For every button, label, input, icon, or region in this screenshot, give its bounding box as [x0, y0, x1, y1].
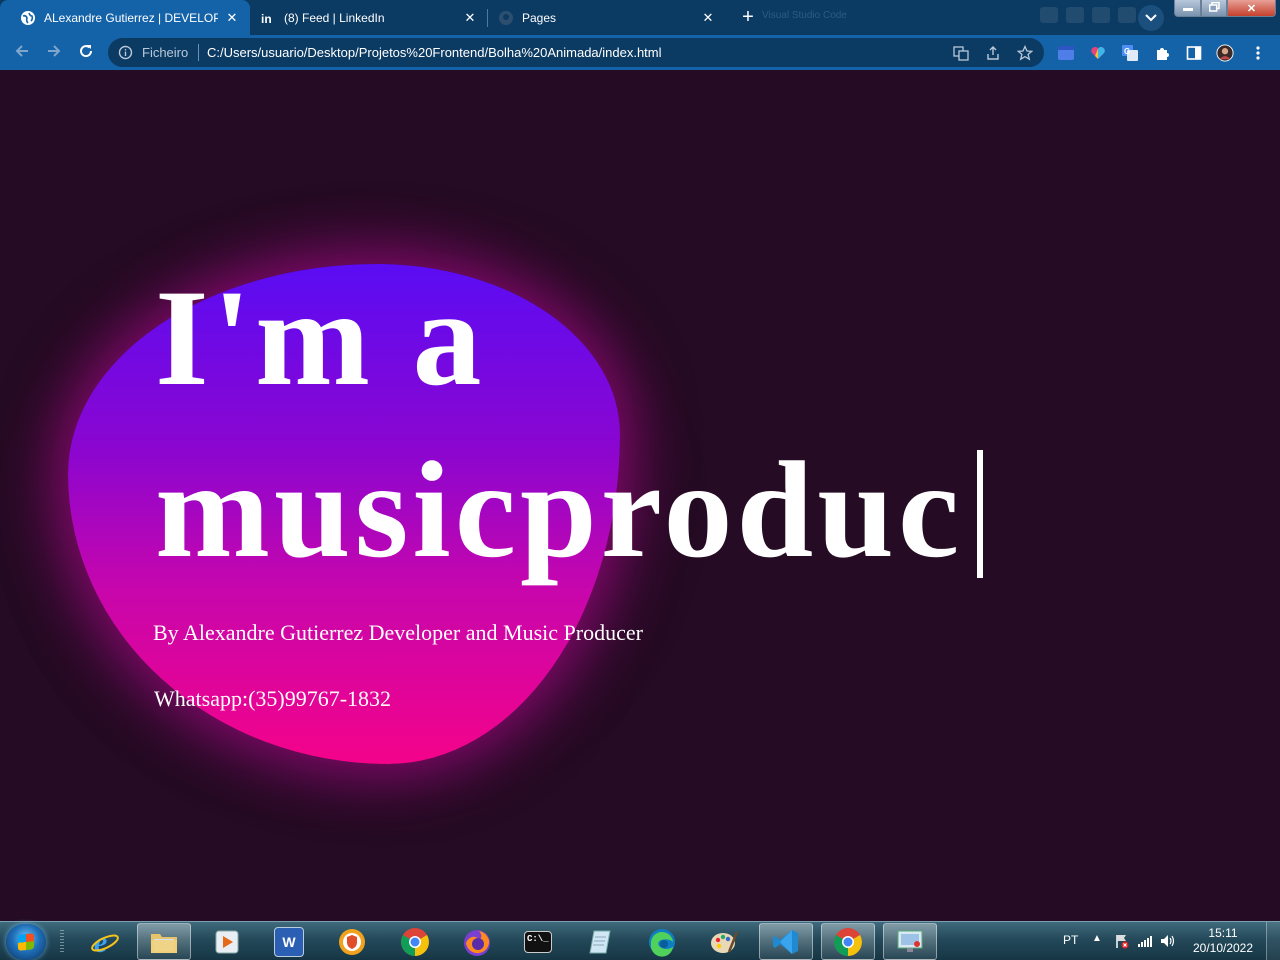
- chrome-icon: [833, 927, 863, 957]
- linkedin-icon: in: [260, 9, 276, 26]
- edge-icon: [647, 927, 677, 957]
- omnibox-divider: [198, 44, 199, 61]
- clock-time: 15:11: [1208, 926, 1238, 940]
- forward-button[interactable]: [41, 40, 67, 66]
- close-icon[interactable]: ✕: [224, 10, 240, 26]
- typing-caret: [977, 450, 984, 578]
- arrow-right-icon: [46, 43, 62, 64]
- chevron-up-icon[interactable]: ▲: [1092, 933, 1102, 944]
- arrow-left-icon: [14, 43, 30, 64]
- start-button[interactable]: [6, 924, 46, 960]
- file-scheme-chip: Ficheiro: [142, 45, 189, 60]
- close-window-button[interactable]: ✕: [1227, 0, 1276, 17]
- tab-pages[interactable]: Pages ✕: [478, 0, 726, 35]
- new-tab-button[interactable]: +: [735, 5, 761, 31]
- taskbar-media-player[interactable]: [200, 923, 254, 960]
- media-icon: [212, 927, 242, 957]
- extension-blue-icon[interactable]: [1057, 44, 1075, 62]
- clock-date: 20/10/2022: [1192, 941, 1254, 955]
- system-tray: PT ▲ 15:11 20/10/2022: [1040, 922, 1280, 960]
- back-button[interactable]: [9, 40, 35, 66]
- volume-icon[interactable]: [1160, 933, 1176, 949]
- svg-text:in: in: [261, 12, 272, 26]
- tab-title: ALexandre Gutierrez | DEVELOPER: [44, 10, 218, 25]
- blurred-window-title: Visual Studio Code: [762, 10, 847, 21]
- taskbar-internet-explorer[interactable]: e: [78, 923, 132, 960]
- byline: By Alexandre Gutierrez Developer and Mus…: [153, 620, 643, 645]
- terminal-icon: C:\_: [524, 930, 552, 953]
- close-icon: ✕: [1246, 2, 1257, 15]
- maximize-button[interactable]: [1201, 0, 1227, 17]
- shield-icon: [337, 927, 367, 957]
- monitor-icon: [895, 927, 925, 957]
- network-icon[interactable]: [1137, 933, 1153, 949]
- headline-line-1: I'm a: [155, 261, 486, 414]
- whatsapp-contact: Whatsapp:(35)99767-1832: [154, 686, 392, 711]
- browser-tab-strip: ALexandre Gutierrez | DEVELOPER ✕ in (8)…: [0, 0, 1280, 35]
- clock[interactable]: 15:11 20/10/2022: [1188, 926, 1258, 956]
- reload-icon: [78, 43, 94, 64]
- address-bar[interactable]: Ficheiro C:/Users/usuario/Desktop/Projet…: [108, 38, 1044, 67]
- close-icon[interactable]: ✕: [700, 10, 716, 26]
- star-icon[interactable]: [1016, 44, 1034, 62]
- paint-icon: [709, 927, 739, 957]
- windows-taskbar: e W C:\_ PT ▲ 15:11 20/10/2022: [0, 921, 1280, 960]
- chevron-down-icon: [1145, 9, 1157, 27]
- svg-text:G: G: [1124, 47, 1130, 56]
- more-options-icon[interactable]: [1249, 44, 1267, 62]
- profile-avatar[interactable]: [1216, 44, 1234, 62]
- taskbar-file-explorer[interactable]: [137, 923, 191, 960]
- folder-icon: [149, 927, 179, 957]
- share-icon[interactable]: [984, 44, 1002, 62]
- taskbar-vscode[interactable]: [759, 923, 813, 960]
- taskbar-chrome[interactable]: [388, 923, 442, 960]
- tab-title: (8) Feed | LinkedIn: [284, 10, 385, 25]
- side-panel-icon[interactable]: [1185, 44, 1203, 62]
- tab-search-button[interactable]: [1138, 5, 1164, 31]
- web-page: I'm a musicproduc By Alexandre Gutierrez…: [0, 70, 1280, 921]
- google-translate-icon[interactable]: G: [1121, 44, 1139, 62]
- heart-extension-icon[interactable]: [1089, 44, 1107, 62]
- taskbar-chrome-open[interactable]: [821, 923, 875, 960]
- language-indicator[interactable]: PT: [1063, 933, 1078, 947]
- taskbar-vpn[interactable]: [325, 923, 379, 960]
- taskbar-firefox[interactable]: [450, 923, 504, 960]
- browser-toolbar: Ficheiro C:/Users/usuario/Desktop/Projet…: [0, 35, 1280, 70]
- taskbar-remote-desktop[interactable]: [883, 923, 937, 960]
- tab-title: Pages: [522, 10, 557, 25]
- chrome-icon: [400, 927, 430, 957]
- headline: I'm a musicproduc: [155, 252, 984, 596]
- puzzle-icon[interactable]: [1153, 44, 1171, 62]
- github-icon: [498, 10, 514, 26]
- ie-icon: e: [90, 927, 120, 957]
- taskbar-paint[interactable]: [697, 923, 751, 960]
- reload-button[interactable]: [73, 40, 99, 66]
- vscode-icon: [771, 927, 801, 957]
- url-text[interactable]: C:/Users/usuario/Desktop/Projetos%20Fron…: [207, 45, 662, 60]
- taskbar-edge[interactable]: [635, 923, 689, 960]
- blurred-tray-icons: [1040, 7, 1136, 23]
- headline-line-2-wrap: musicproduc: [155, 424, 984, 596]
- show-desktop-button[interactable]: [1266, 922, 1280, 960]
- info-icon[interactable]: [118, 45, 133, 60]
- flag-icon[interactable]: [1114, 933, 1130, 949]
- word-icon: W: [274, 926, 304, 957]
- minimize-icon: [1182, 2, 1193, 14]
- minimize-button[interactable]: [1174, 0, 1201, 17]
- translate-icon[interactable]: [952, 44, 970, 62]
- close-icon[interactable]: ✕: [462, 10, 478, 26]
- restore-icon: [1208, 1, 1220, 15]
- tab-alexandre-gutierrez[interactable]: ALexandre Gutierrez | DEVELOPER ✕: [0, 0, 250, 35]
- taskbar-grip: [60, 930, 64, 954]
- notes-icon: [585, 927, 615, 957]
- tab-linkedin[interactable]: in (8) Feed | LinkedIn ✕: [240, 0, 488, 35]
- headline-line-2: musicproduc: [155, 433, 964, 586]
- taskbar-word[interactable]: W: [262, 923, 316, 960]
- taskbar-notes[interactable]: [573, 923, 627, 960]
- globe-icon: [20, 10, 36, 26]
- firefox-icon: [462, 927, 492, 957]
- taskbar-terminal[interactable]: C:\_: [511, 923, 565, 960]
